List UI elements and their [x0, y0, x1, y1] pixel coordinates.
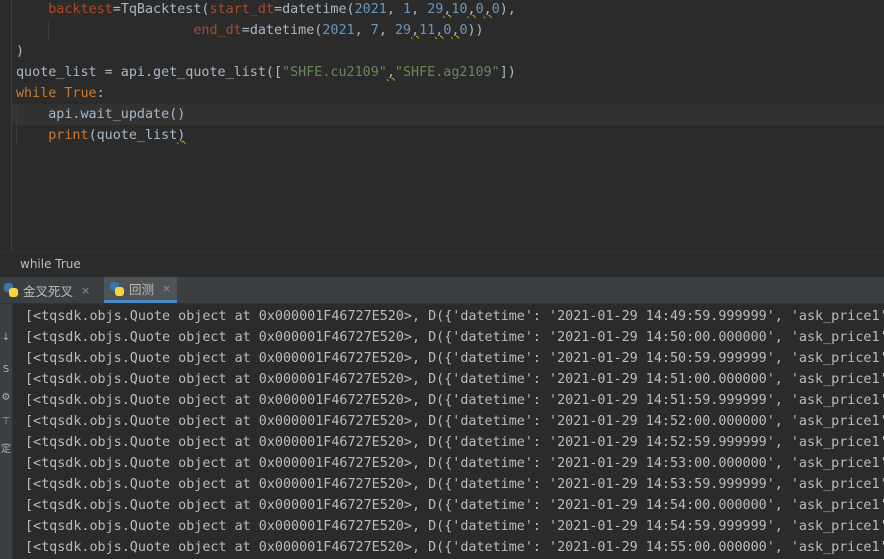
code-line-while[interactable]: while True:	[16, 83, 105, 104]
editor-gutter-divider	[11, 0, 12, 251]
code-editor[interactable]: backtest=TqBacktest(start_dt=datetime(20…	[0, 0, 884, 251]
code-line-quote-list[interactable]: quote_list = api.get_quote_list(["SHFE.c…	[16, 62, 516, 83]
console-line: [<tqsdk.objs.Quote object at 0x000001F46…	[25, 519, 884, 534]
console-line: [<tqsdk.objs.Quote object at 0x000001F46…	[25, 372, 884, 387]
scroll-down-icon[interactable]: ↓	[0, 332, 12, 343]
code-line-backtest[interactable]: backtest=TqBacktest(start_dt=datetime(20…	[16, 0, 516, 20]
console-line: [<tqsdk.objs.Quote object at 0x000001F46…	[25, 477, 884, 492]
console-output[interactable]: [<tqsdk.objs.Quote object at 0x000001F46…	[13, 304, 884, 559]
console-line: [<tqsdk.objs.Quote object at 0x000001F46…	[25, 414, 884, 429]
console-line: [<tqsdk.objs.Quote object at 0x000001F46…	[25, 393, 884, 408]
python-icon	[110, 281, 124, 296]
soft-wrap-icon[interactable]: S	[0, 364, 12, 375]
console-line: [<tqsdk.objs.Quote object at 0x000001F46…	[25, 309, 884, 324]
console-line: [<tqsdk.objs.Quote object at 0x000001F46…	[25, 498, 884, 513]
console-line: [<tqsdk.objs.Quote object at 0x000001F46…	[25, 456, 884, 471]
settings-icon[interactable]: ⚙	[0, 392, 12, 403]
tab-golden-cross[interactable]: 金叉死叉 ×	[4, 277, 94, 303]
console-line: [<tqsdk.objs.Quote object at 0x000001F46…	[25, 540, 884, 555]
close-icon[interactable]: ×	[162, 282, 171, 295]
breadcrumb-item[interactable]: while True	[20, 257, 81, 271]
code-line-end-dt[interactable]: end_dt=datetime(2021, 7, 29,11,0,0))	[16, 20, 483, 41]
code-line-close-paren[interactable]: )	[16, 41, 24, 62]
tab-backtest[interactable]: 回测 ×	[104, 277, 178, 303]
close-icon[interactable]: ×	[81, 284, 90, 297]
tab-label: 回测	[129, 282, 155, 297]
code-line-wait-update[interactable]: api.wait_update()	[16, 104, 185, 125]
print-icon[interactable]: 定	[0, 440, 12, 455]
console-line: [<tqsdk.objs.Quote object at 0x000001F46…	[25, 435, 884, 450]
run-tab-bar: 金叉死叉 × 回测 ×	[0, 277, 884, 304]
run-toolbar: ↓ S ⚙ ⊤ 定	[0, 304, 13, 559]
python-icon	[4, 283, 18, 297]
pin-icon[interactable]: ⊤	[0, 416, 12, 427]
breadcrumb[interactable]: while True	[0, 251, 884, 277]
console-line: [<tqsdk.objs.Quote object at 0x000001F46…	[25, 330, 884, 345]
code-line-print[interactable]: print(quote_list)	[16, 125, 185, 146]
tab-label: 金叉死叉	[23, 283, 74, 299]
console-line: [<tqsdk.objs.Quote object at 0x000001F46…	[25, 351, 884, 366]
